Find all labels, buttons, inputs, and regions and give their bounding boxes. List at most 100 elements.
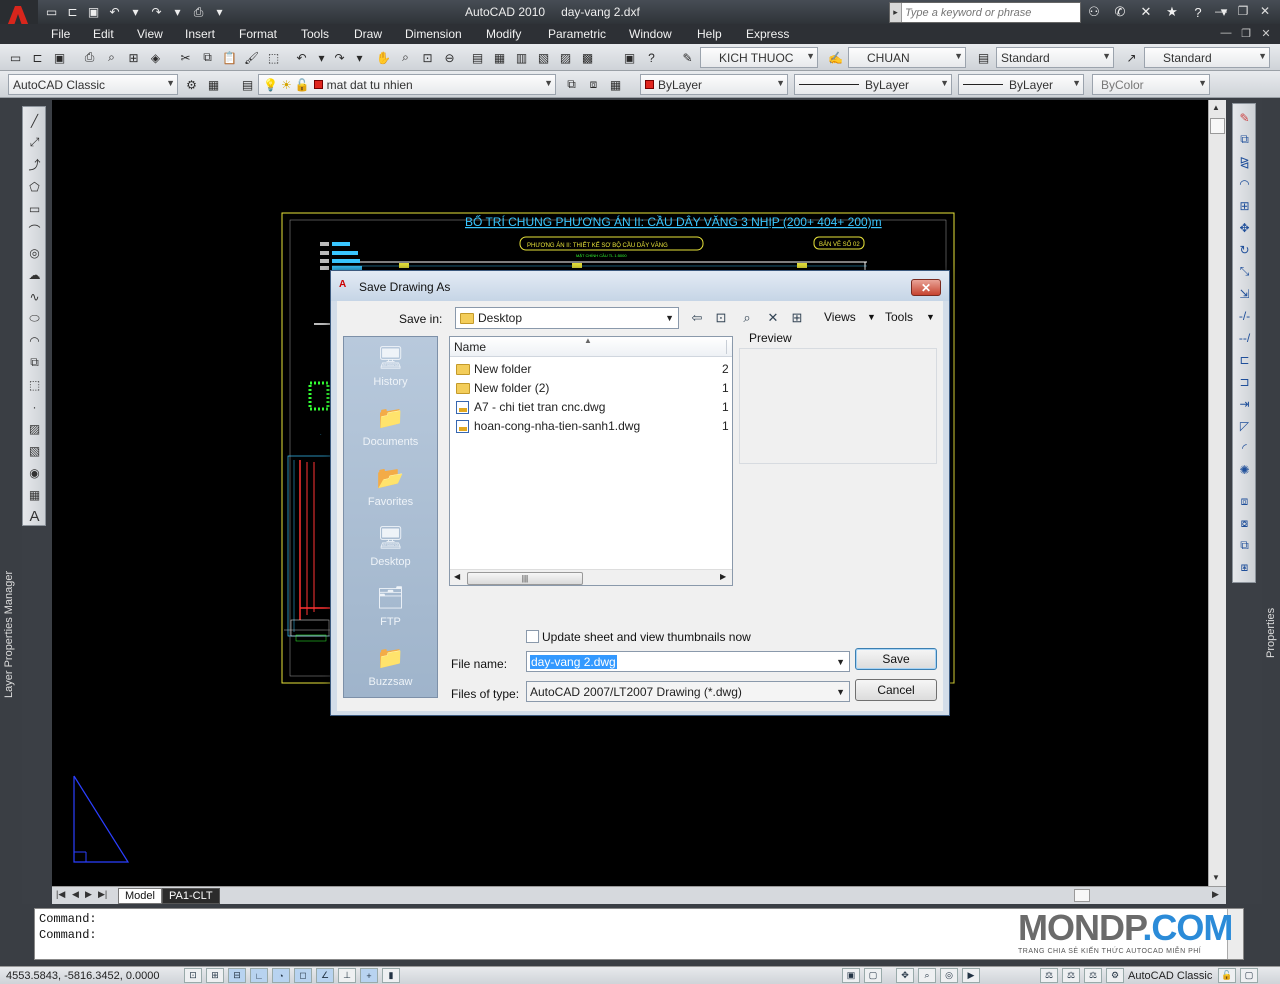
layer-previous-icon[interactable]: ⧈ (584, 75, 603, 94)
scroll-right-icon[interactable]: ▶ (720, 572, 726, 581)
draworder-under-icon[interactable]: ⧆ (1235, 558, 1254, 577)
3d-dwf-icon[interactable]: ◈ (146, 48, 165, 67)
clean-screen-icon[interactable]: ▢ (1240, 968, 1258, 983)
favorites-star-icon[interactable]: ★ (1161, 3, 1183, 21)
menu-file[interactable]: File (51, 27, 70, 41)
copy-object-icon[interactable]: ⧉ (1235, 130, 1254, 149)
multiline-text-icon[interactable]: A (25, 507, 44, 526)
update-thumbnails-checkbox[interactable] (526, 630, 539, 643)
move-icon[interactable]: ✥ (1235, 218, 1254, 237)
open-icon[interactable]: ⊏ (28, 48, 47, 67)
search-expand-icon[interactable]: ▸ (890, 3, 902, 22)
join-icon[interactable]: ⇥ (1235, 394, 1254, 413)
file-row[interactable]: New folder (2) 1 (456, 379, 732, 397)
tab-model[interactable]: Model (118, 888, 162, 904)
scroll-thumb[interactable] (1210, 118, 1225, 134)
object-snap-tracking-icon[interactable]: ∠ (316, 968, 334, 983)
polygon-icon[interactable]: ⬠ (25, 177, 44, 196)
trim-icon[interactable]: -/- (1235, 306, 1254, 325)
infer-constraints-icon[interactable]: ⊡ (184, 968, 202, 983)
place-history[interactable]: 🖥 History (344, 339, 437, 399)
place-documents[interactable]: 📁 Documents (344, 399, 437, 459)
last-tab-icon[interactable]: ▶| (98, 889, 107, 900)
chamfer-icon[interactable]: ◸ (1235, 416, 1254, 435)
circle-icon[interactable]: ◎ (25, 243, 44, 262)
layer-properties-palette-bar[interactable]: Layer Properties Manager (0, 98, 22, 968)
menu-express[interactable]: Express (746, 27, 789, 41)
menu-parametric[interactable]: Parametric (548, 27, 606, 41)
menu-draw[interactable]: Draw (354, 27, 382, 41)
redo-dropdown-icon[interactable]: ▾ (168, 3, 187, 21)
steering-wheel-icon[interactable]: ◎ (940, 968, 958, 983)
linetype-combo[interactable]: ByLayer ▼ (794, 74, 952, 95)
pan-icon[interactable]: ✋ (374, 48, 393, 67)
workspace-switch-icon[interactable]: ⚙ (1106, 968, 1124, 983)
make-current-icon[interactable]: ⧉ (562, 75, 581, 94)
tools-dropdown-icon[interactable]: ▼ (926, 312, 935, 322)
save-icon[interactable]: ▣ (84, 3, 103, 21)
zoom-window-icon[interactable]: ⊡ (418, 48, 437, 67)
model-space-icon[interactable]: ▣ (842, 968, 860, 983)
close-icon[interactable]: ✕ (1254, 2, 1276, 20)
block-editor-icon[interactable]: ⬚ (264, 48, 283, 67)
update-thumbnails-label[interactable]: Update sheet and view thumbnails now (542, 630, 751, 644)
file-name-input[interactable]: day-vang 2.dwg (530, 654, 617, 669)
undo-dropdown-icon[interactable]: ▾ (126, 3, 145, 21)
undo-dropdown-icon[interactable]: ▾ (312, 48, 331, 67)
showmotion-icon[interactable]: ▶ (962, 968, 980, 983)
rectangle-icon[interactable]: ▭ (25, 199, 44, 218)
chevron-down-icon[interactable]: ▼ (836, 687, 845, 697)
minimize-icon[interactable]: — (1210, 2, 1232, 20)
stretch-icon[interactable]: ⇲ (1235, 284, 1254, 303)
plotstyle-combo[interactable]: ByColor ▼ (1092, 74, 1210, 95)
dim-style-combo[interactable]: KICH THUOC ▼ (700, 47, 818, 68)
qat-dropdown-icon[interactable]: ▾ (210, 3, 229, 21)
help-icon[interactable]: ? (642, 48, 661, 67)
multileader-style-combo[interactable]: Standard ▼ (1144, 47, 1270, 68)
undo-icon[interactable]: ↶ (292, 48, 311, 67)
polyline-icon[interactable]: ⤴ (25, 155, 44, 174)
menu-help[interactable]: Help (697, 27, 722, 41)
layer-properties-icon[interactable]: ▤ (238, 75, 257, 94)
prev-tab-icon[interactable]: ◀ (72, 889, 79, 900)
insert-block-icon[interactable]: ⧉ (25, 353, 44, 372)
scroll-up-icon[interactable]: ▲ (1212, 103, 1220, 112)
make-block-icon[interactable]: ⬚ (25, 375, 44, 394)
grid-display-icon[interactable]: ⊟ (228, 968, 246, 983)
break-at-point-icon[interactable]: ⊏ (1235, 350, 1254, 369)
dynamic-ucs-icon[interactable]: ⊥ (338, 968, 356, 983)
table-style-icon[interactable]: ▤ (974, 48, 993, 67)
place-ftp[interactable]: 🗂 FTP (344, 579, 437, 639)
views-menu[interactable]: Views (824, 310, 856, 324)
region-icon[interactable]: ◉ (25, 463, 44, 482)
first-tab-icon[interactable]: |◀ (56, 889, 65, 900)
new-icon[interactable]: ▭ (6, 48, 25, 67)
extend-icon[interactable]: --/ (1235, 328, 1254, 347)
menu-view[interactable]: View (137, 27, 163, 41)
draworder-front-icon[interactable]: ⧈ (1235, 492, 1254, 511)
redo-icon[interactable]: ↷ (147, 3, 166, 21)
offset-icon[interactable]: ◠ (1235, 174, 1254, 193)
save-button[interactable]: Save (855, 648, 937, 670)
file-row[interactable]: hoan-cong-nha-tien-sanh1.dwg 1 (456, 417, 732, 435)
calculator-icon[interactable]: ▣ (620, 48, 639, 67)
delete-icon[interactable]: ✕ (763, 308, 783, 328)
text-style-combo[interactable]: CHUAN ▼ (848, 47, 966, 68)
match-properties-icon[interactable]: 🖌 (242, 48, 261, 67)
scroll-left-icon[interactable]: ◀ (454, 572, 460, 581)
menu-tools[interactable]: Tools (301, 27, 329, 41)
tool-palettes-icon[interactable]: ▥ (512, 48, 531, 67)
horizontal-scroll-thumb[interactable] (1074, 889, 1090, 902)
place-desktop[interactable]: 🖥 Desktop (344, 519, 437, 579)
hatch-icon[interactable]: ▨ (25, 419, 44, 438)
doc-minimize-icon[interactable]: — (1216, 27, 1236, 40)
annotation-visibility-icon[interactable]: ⚖ (1062, 968, 1080, 983)
properties-palette-bar[interactable]: Properties (1262, 98, 1280, 968)
workspace-settings-icon[interactable]: ⚙ (182, 75, 201, 94)
workspace-combo[interactable]: AutoCAD Classic ▼ (8, 74, 178, 95)
back-icon[interactable]: ⇦ (687, 308, 707, 328)
erase-icon[interactable]: ✎ (1235, 108, 1254, 127)
dialog-close-icon[interactable]: ✕ (911, 279, 941, 296)
draworder-back-icon[interactable]: ⧇ (1235, 514, 1254, 533)
ortho-mode-icon[interactable]: ∟ (250, 968, 268, 983)
